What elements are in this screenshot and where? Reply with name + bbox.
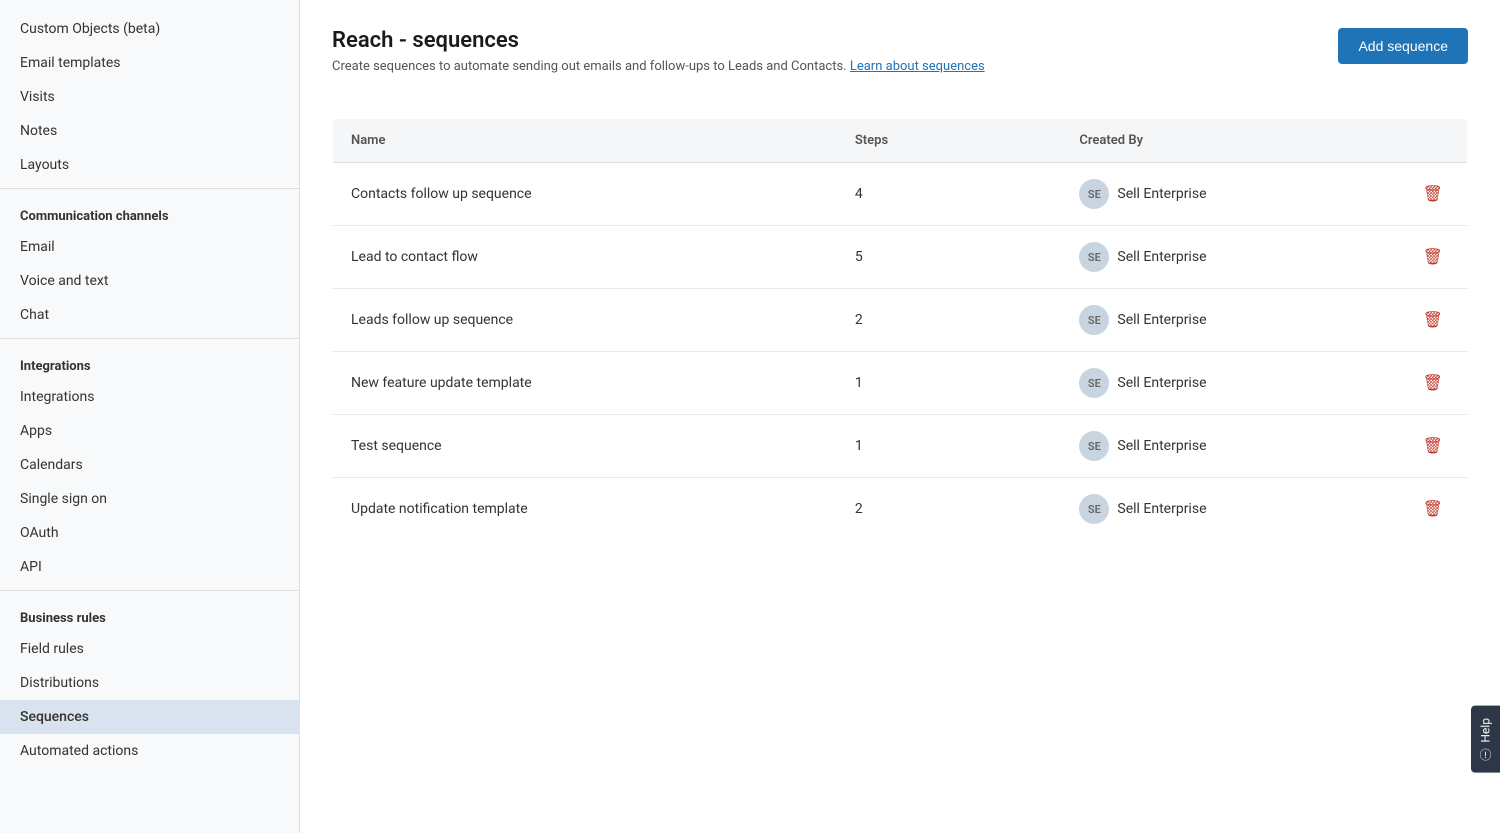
creator-name: Sell Enterprise <box>1117 312 1206 328</box>
sequence-creator: SE Sell Enterprise <box>1061 289 1398 352</box>
sidebar-section-header: Integrations <box>0 345 299 380</box>
sidebar-section-header: Business rules <box>0 597 299 632</box>
sidebar-item-field-rules[interactable]: Field rules <box>0 632 299 666</box>
sequence-creator: SE Sell Enterprise <box>1061 478 1398 541</box>
sequence-name: Test sequence <box>333 415 837 478</box>
sequences-table: Name Steps Created By Contacts follow up… <box>332 118 1468 541</box>
sidebar-item-notes[interactable]: Notes <box>0 114 299 148</box>
sidebar-divider <box>0 590 299 591</box>
delete-sequence-button[interactable]: 🗑 <box>1417 497 1449 521</box>
creator-name: Sell Enterprise <box>1117 438 1206 454</box>
creator-name: Sell Enterprise <box>1117 249 1206 265</box>
sequence-action: 🗑 <box>1399 163 1468 226</box>
sidebar-item-apps[interactable]: Apps <box>0 414 299 448</box>
table-row: Lead to contact flow5 SE Sell Enterprise 🗑 <box>333 226 1468 289</box>
sequence-name: Lead to contact flow <box>333 226 837 289</box>
table-row: Test sequence1 SE Sell Enterprise 🗑 <box>333 415 1468 478</box>
sidebar-item-sequences[interactable]: Sequences <box>0 700 299 734</box>
sidebar-item-email[interactable]: Email <box>0 230 299 264</box>
add-sequence-button[interactable]: Add sequence <box>1338 28 1468 64</box>
sequence-action: 🗑 <box>1399 478 1468 541</box>
col-header-created: Created By <box>1061 119 1398 163</box>
avatar: SE <box>1079 494 1109 524</box>
learn-link[interactable]: Learn about sequences <box>850 59 985 74</box>
sequence-action: 🗑 <box>1399 352 1468 415</box>
page-title: Reach - sequences <box>332 28 985 53</box>
table-row: Contacts follow up sequence4 SE Sell Enter… <box>333 163 1468 226</box>
sequence-steps: 4 <box>837 163 1062 226</box>
sidebar-item-visits[interactable]: Visits <box>0 80 299 114</box>
sequence-name: New feature update template <box>333 352 837 415</box>
page-description: Create sequences to automate sending out… <box>332 59 985 74</box>
delete-sequence-button[interactable]: 🗑 <box>1417 434 1449 458</box>
sidebar-item-voice-and-text[interactable]: Voice and text <box>0 264 299 298</box>
sidebar-item-integrations[interactable]: Integrations <box>0 380 299 414</box>
sidebar-item-custom-objects[interactable]: Custom Objects (beta) <box>0 12 299 46</box>
page-header: Reach - sequences Create sequences to au… <box>332 28 1468 98</box>
creator-name: Sell Enterprise <box>1117 186 1206 202</box>
sequence-steps: 1 <box>837 415 1062 478</box>
delete-sequence-button[interactable]: 🗑 <box>1417 308 1449 332</box>
page-title-section: Reach - sequences Create sequences to au… <box>332 28 985 98</box>
help-icon: ⓘ <box>1477 749 1494 761</box>
table-row: Leads follow up sequence2 SE Sell Enterpri… <box>333 289 1468 352</box>
sequence-steps: 5 <box>837 226 1062 289</box>
sidebar-item-chat[interactable]: Chat <box>0 298 299 332</box>
sequence-name: Leads follow up sequence <box>333 289 837 352</box>
sidebar-section-header: Communication channels <box>0 195 299 230</box>
avatar: SE <box>1079 305 1109 335</box>
avatar: SE <box>1079 431 1109 461</box>
sequence-name: Update notification template <box>333 478 837 541</box>
delete-sequence-button[interactable]: 🗑 <box>1417 371 1449 395</box>
description-text: Create sequences to automate sending out… <box>332 59 847 74</box>
avatar: SE <box>1079 368 1109 398</box>
table-header-row: Name Steps Created By <box>333 119 1468 163</box>
sidebar-divider <box>0 338 299 339</box>
sidebar-item-distributions[interactable]: Distributions <box>0 666 299 700</box>
sequence-steps: 2 <box>837 289 1062 352</box>
delete-sequence-button[interactable]: 🗑 <box>1417 182 1449 206</box>
sequence-steps: 1 <box>837 352 1062 415</box>
sequence-creator: SE Sell Enterprise <box>1061 352 1398 415</box>
sidebar-item-oauth[interactable]: OAuth <box>0 516 299 550</box>
help-tab[interactable]: ⓘ Help <box>1471 706 1500 773</box>
creator-name: Sell Enterprise <box>1117 375 1206 391</box>
sidebar-item-api[interactable]: API <box>0 550 299 584</box>
table-row: New feature update template1 SE Sell Enter… <box>333 352 1468 415</box>
sequence-steps: 2 <box>837 478 1062 541</box>
main-content: Reach - sequences Create sequences to au… <box>300 0 1500 833</box>
sequence-creator: SE Sell Enterprise <box>1061 163 1398 226</box>
table-body: Contacts follow up sequence4 SE Sell Enter… <box>333 163 1468 541</box>
sequence-creator: SE Sell Enterprise <box>1061 415 1398 478</box>
sidebar-item-single-sign-on[interactable]: Single sign on <box>0 482 299 516</box>
table-row: Update notification template2 SE Sell Ente… <box>333 478 1468 541</box>
col-header-name: Name <box>333 119 837 163</box>
sequence-action: 🗑 <box>1399 226 1468 289</box>
sequence-creator: SE Sell Enterprise <box>1061 226 1398 289</box>
avatar: SE <box>1079 179 1109 209</box>
creator-name: Sell Enterprise <box>1117 501 1206 517</box>
help-label: Help <box>1479 718 1493 743</box>
sequence-action: 🗑 <box>1399 415 1468 478</box>
sequence-name: Contacts follow up sequence <box>333 163 837 226</box>
sidebar-divider <box>0 188 299 189</box>
sidebar-item-automated-actions[interactable]: Automated actions <box>0 734 299 768</box>
col-header-steps: Steps <box>837 119 1062 163</box>
sidebar-item-calendars[interactable]: Calendars <box>0 448 299 482</box>
col-header-action <box>1399 119 1468 163</box>
sidebar: Custom Objects (beta)Email templatesVisi… <box>0 0 300 833</box>
sequence-action: 🗑 <box>1399 289 1468 352</box>
avatar: SE <box>1079 242 1109 272</box>
sidebar-item-layouts[interactable]: Layouts <box>0 148 299 182</box>
delete-sequence-button[interactable]: 🗑 <box>1417 245 1449 269</box>
table-header: Name Steps Created By <box>333 119 1468 163</box>
sidebar-item-email-templates[interactable]: Email templates <box>0 46 299 80</box>
